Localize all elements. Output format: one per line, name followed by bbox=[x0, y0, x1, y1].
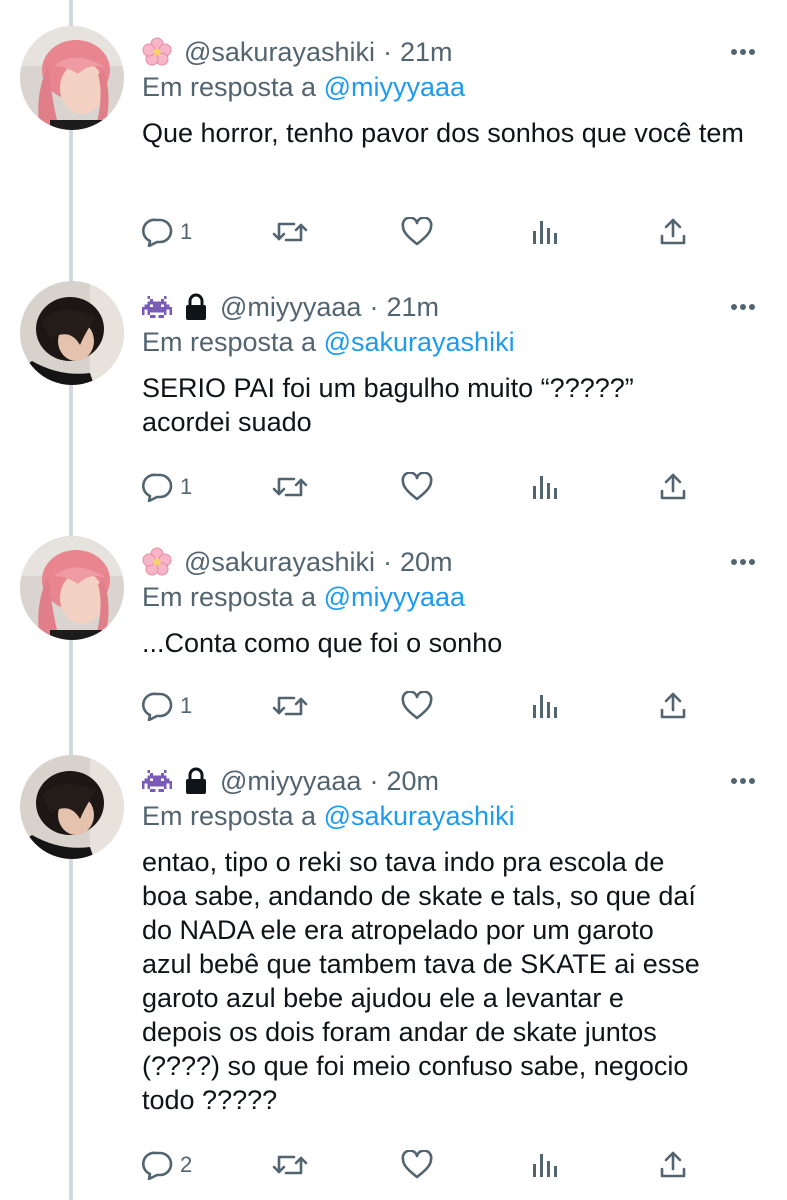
separator-dot: · bbox=[369, 765, 379, 796]
analytics-button[interactable] bbox=[530, 1145, 560, 1185]
share-button[interactable] bbox=[658, 1145, 688, 1185]
more-options-icon[interactable] bbox=[729, 295, 757, 319]
reply-icon bbox=[142, 692, 173, 721]
share-icon bbox=[660, 473, 686, 500]
reply-prefix: Em resposta a bbox=[142, 801, 317, 831]
separator-dot: · bbox=[382, 36, 392, 67]
avatar-pink-hair-image bbox=[20, 536, 124, 640]
reply-mention-link[interactable]: @miyyyaaa bbox=[324, 72, 465, 102]
like-button[interactable] bbox=[400, 686, 434, 726]
more-options-icon[interactable] bbox=[729, 769, 757, 793]
analytics-button[interactable] bbox=[530, 212, 560, 252]
tweet-header: @miyyyaaa · 20m bbox=[142, 763, 439, 799]
share-button[interactable] bbox=[658, 467, 688, 507]
tweet-handle[interactable]: @sakurayashiki bbox=[184, 37, 375, 68]
retweet-icon bbox=[272, 222, 308, 242]
retweet-icon bbox=[272, 1155, 308, 1175]
reply-mention-link[interactable]: @miyyyaaa bbox=[324, 582, 465, 612]
reply-count: 2 bbox=[180, 1152, 193, 1177]
heart-icon bbox=[401, 472, 433, 501]
reply-count: 1 bbox=[180, 474, 193, 499]
tweet-timestamp[interactable]: 21m bbox=[386, 292, 439, 323]
reply-mention-link[interactable]: @sakurayashiki bbox=[324, 327, 515, 357]
share-icon bbox=[660, 692, 686, 719]
reply-context: Em resposta a @sakurayashiki bbox=[142, 327, 515, 358]
reply-button[interactable]: 1 bbox=[142, 686, 192, 726]
tweet-actions: 1 bbox=[142, 467, 702, 507]
share-button[interactable] bbox=[658, 212, 688, 252]
tweet-timestamp[interactable]: 20m bbox=[400, 547, 453, 578]
like-button[interactable] bbox=[400, 212, 434, 252]
reply-mention-link[interactable]: @sakurayashiki bbox=[324, 801, 515, 831]
avatar-miyyyaaa[interactable] bbox=[20, 281, 124, 385]
space-invader-icon bbox=[142, 768, 172, 794]
lock-icon bbox=[184, 293, 208, 321]
heart-icon bbox=[401, 1150, 433, 1179]
avatar-pink-hair-image bbox=[20, 26, 124, 130]
retweet-button[interactable] bbox=[272, 212, 308, 252]
reply-button[interactable]: 2 bbox=[142, 1145, 192, 1185]
retweet-button[interactable] bbox=[272, 467, 308, 507]
heart-icon bbox=[401, 217, 433, 246]
reply-count: 1 bbox=[180, 219, 193, 244]
tweet-header: @sakurayashiki · 21m bbox=[142, 34, 453, 70]
space-invader-icon bbox=[142, 294, 172, 320]
tweet-handle[interactable]: @sakurayashiki bbox=[184, 547, 375, 578]
analytics-button[interactable] bbox=[530, 467, 560, 507]
avatar-miyyyaaa[interactable] bbox=[20, 755, 124, 859]
reply-prefix: Em resposta a bbox=[142, 327, 317, 357]
tweet-text: ...Conta como que foi o sonho bbox=[142, 628, 503, 658]
share-icon bbox=[660, 218, 686, 245]
tweet-actions: 1 bbox=[142, 212, 702, 252]
cherry-blossom-icon bbox=[142, 547, 172, 577]
analytics-icon bbox=[533, 1154, 557, 1177]
separator-dot: · bbox=[382, 546, 392, 577]
tweet-text: Que horror, tenho pavor dos sonhos que v… bbox=[142, 118, 744, 148]
avatar-dark-hair-image bbox=[20, 755, 124, 859]
analytics-icon bbox=[533, 221, 557, 244]
tweet-handle[interactable]: @miyyyaaa bbox=[220, 292, 361, 323]
tweet-header: @miyyyaaa · 21m bbox=[142, 289, 439, 325]
reply-prefix: Em resposta a bbox=[142, 582, 317, 612]
retweet-icon bbox=[272, 696, 308, 716]
like-button[interactable] bbox=[400, 1145, 434, 1185]
avatar-sakurayashiki[interactable] bbox=[20, 536, 124, 640]
cherry-blossom-icon bbox=[142, 37, 172, 67]
share-icon bbox=[660, 1151, 686, 1178]
share-button[interactable] bbox=[658, 686, 688, 726]
avatar-sakurayashiki[interactable] bbox=[20, 26, 124, 130]
tweet-timestamp[interactable]: 20m bbox=[386, 766, 439, 797]
tweet-handle[interactable]: @miyyyaaa bbox=[220, 766, 361, 797]
tweet-text: SERIO PAI foi um bagulho muito “?????” a… bbox=[142, 373, 634, 437]
tweet-actions: 2 bbox=[142, 1145, 702, 1185]
reply-context: Em resposta a @miyyyaaa bbox=[142, 582, 465, 613]
lock-icon bbox=[184, 767, 208, 795]
reply-button[interactable]: 1 bbox=[142, 467, 192, 507]
analytics-icon bbox=[533, 476, 557, 499]
reply-prefix: Em resposta a bbox=[142, 72, 317, 102]
more-options-icon[interactable] bbox=[729, 550, 757, 574]
separator-dot: · bbox=[369, 291, 379, 322]
reply-icon bbox=[142, 218, 173, 247]
reply-icon bbox=[142, 473, 173, 502]
reply-button[interactable]: 1 bbox=[142, 212, 192, 252]
reply-icon bbox=[142, 1151, 173, 1180]
avatar-dark-hair-image bbox=[20, 281, 124, 385]
reply-context: Em resposta a @miyyyaaa bbox=[142, 72, 465, 103]
analytics-icon bbox=[533, 695, 557, 718]
analytics-button[interactable] bbox=[530, 686, 560, 726]
reply-count: 1 bbox=[180, 693, 193, 718]
retweet-button[interactable] bbox=[272, 1145, 308, 1185]
reply-context: Em resposta a @sakurayashiki bbox=[142, 801, 515, 832]
retweet-icon bbox=[272, 477, 308, 497]
more-options-icon[interactable] bbox=[729, 40, 757, 64]
like-button[interactable] bbox=[400, 467, 434, 507]
retweet-button[interactable] bbox=[272, 686, 308, 726]
tweet-actions: 1 bbox=[142, 686, 702, 726]
heart-icon bbox=[401, 691, 433, 720]
tweet-header: @sakurayashiki · 20m bbox=[142, 544, 453, 580]
tweet-timestamp[interactable]: 21m bbox=[400, 37, 453, 68]
tweet-text: entao, tipo o reki so tava indo pra esco… bbox=[142, 847, 700, 1115]
